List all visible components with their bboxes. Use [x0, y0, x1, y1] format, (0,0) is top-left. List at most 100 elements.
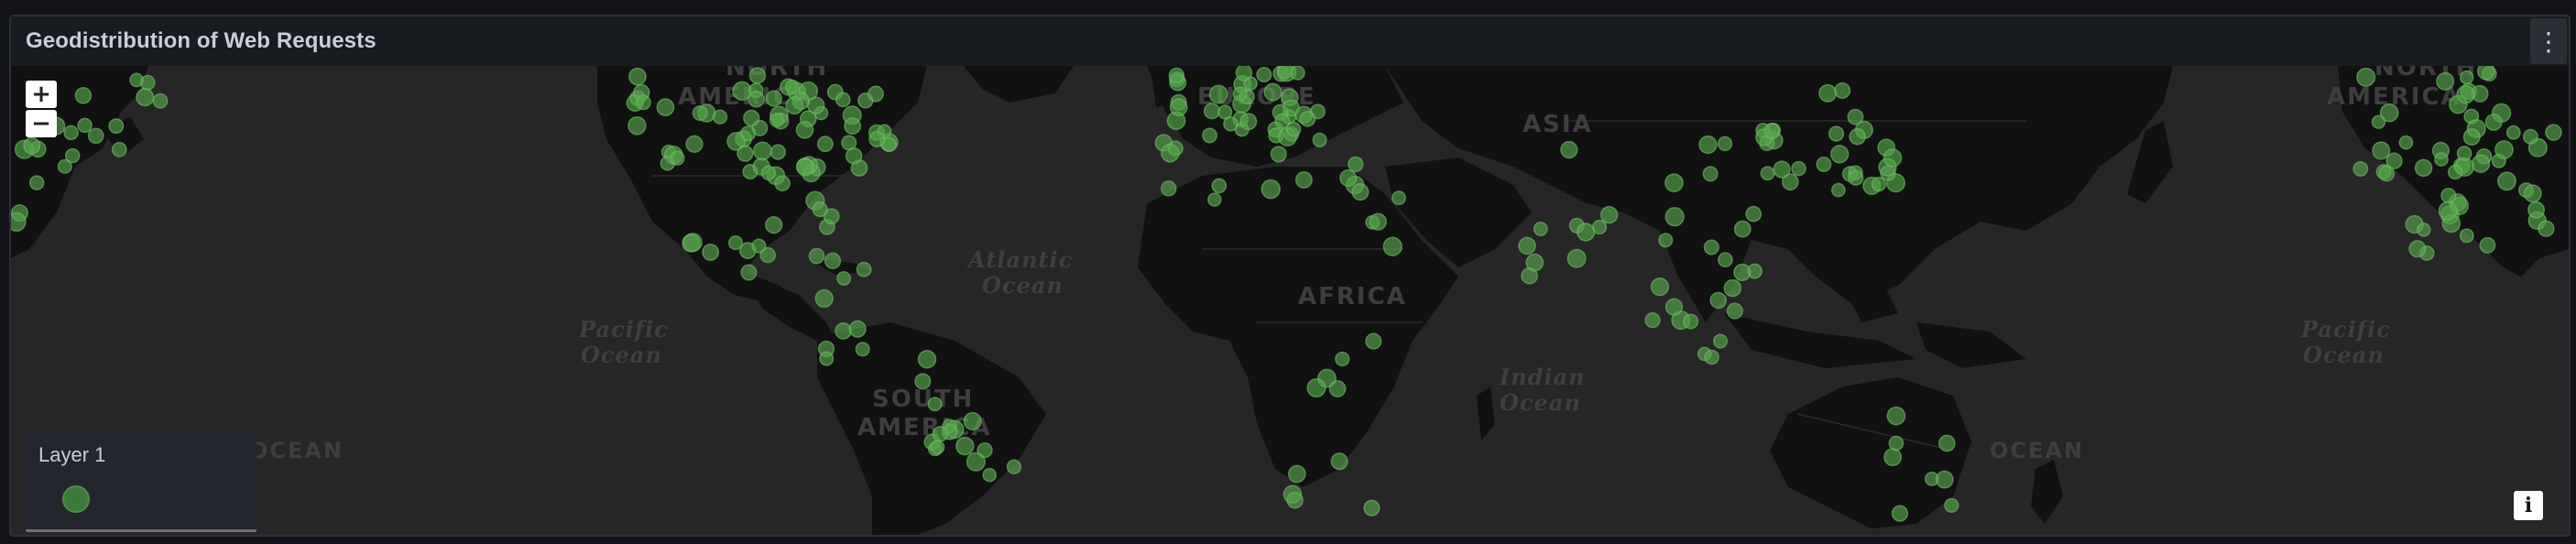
request-marker[interactable]	[2505, 125, 2521, 140]
request-marker[interactable]	[1883, 148, 1903, 168]
request-marker[interactable]	[1733, 220, 1752, 238]
request-marker[interactable]	[982, 467, 997, 483]
request-marker[interactable]	[856, 261, 872, 277]
request-marker[interactable]	[685, 135, 704, 153]
request-marker[interactable]	[812, 201, 828, 218]
request-marker[interactable]	[2352, 160, 2369, 177]
request-marker[interactable]	[2459, 228, 2474, 244]
request-marker[interactable]	[1704, 349, 1719, 365]
request-marker[interactable]	[1286, 491, 1304, 509]
request-marker[interactable]	[966, 452, 986, 472]
request-marker[interactable]	[1169, 98, 1188, 116]
request-marker[interactable]	[848, 320, 867, 338]
request-marker[interactable]	[1235, 66, 1253, 82]
request-marker[interactable]	[844, 117, 862, 136]
request-marker[interactable]	[932, 426, 949, 442]
request-marker[interactable]	[1816, 156, 1832, 172]
request-marker[interactable]	[1683, 313, 1699, 330]
request-marker[interactable]	[740, 125, 757, 142]
request-marker[interactable]	[2527, 201, 2546, 219]
request-marker[interactable]	[727, 235, 744, 251]
request-marker[interactable]	[1644, 311, 1661, 329]
request-marker[interactable]	[914, 373, 932, 390]
request-marker[interactable]	[1525, 253, 1545, 272]
request-marker[interactable]	[2494, 140, 2514, 159]
request-marker[interactable]	[2462, 128, 2481, 147]
info-button[interactable]: i	[2514, 491, 2543, 520]
request-marker[interactable]	[1006, 459, 1022, 474]
zoom-out-button[interactable]: −	[26, 110, 57, 137]
request-marker[interactable]	[63, 125, 79, 141]
request-marker[interactable]	[1871, 176, 1887, 192]
request-marker[interactable]	[1830, 182, 1846, 198]
request-marker[interactable]	[2456, 146, 2472, 161]
request-marker[interactable]	[1168, 67, 1185, 84]
world-map[interactable]: NORTH AMERICA EUROPE ASIA AFRICA SOUTH A…	[11, 66, 2569, 535]
request-marker[interactable]	[855, 342, 870, 357]
request-marker[interactable]	[1392, 190, 1406, 206]
request-marker[interactable]	[1287, 464, 1306, 484]
request-marker[interactable]	[1274, 113, 1291, 129]
request-marker[interactable]	[656, 98, 675, 116]
request-marker[interactable]	[1161, 143, 1180, 163]
request-marker[interactable]	[11, 212, 27, 232]
request-marker[interactable]	[1217, 104, 1233, 120]
request-marker[interactable]	[1365, 332, 1382, 350]
request-marker[interactable]	[1733, 263, 1752, 282]
request-marker[interactable]	[1709, 291, 1727, 310]
request-marker[interactable]	[1312, 132, 1327, 147]
request-marker[interactable]	[2479, 236, 2496, 254]
request-marker[interactable]	[1270, 146, 1287, 163]
request-marker[interactable]	[1763, 123, 1781, 139]
request-marker[interactable]	[2417, 223, 2431, 237]
request-marker[interactable]	[682, 233, 703, 253]
request-marker[interactable]	[748, 67, 767, 84]
request-marker[interactable]	[1830, 145, 1850, 164]
request-marker[interactable]	[1886, 406, 1906, 426]
request-marker[interactable]	[712, 109, 728, 125]
request-marker[interactable]	[2456, 85, 2475, 104]
request-marker[interactable]	[2522, 128, 2538, 145]
request-marker[interactable]	[1937, 434, 1956, 452]
request-marker[interactable]	[2459, 70, 2474, 85]
request-marker[interactable]	[917, 349, 937, 369]
request-marker[interactable]	[748, 91, 765, 108]
request-marker[interactable]	[1665, 207, 1685, 227]
request-marker[interactable]	[1207, 192, 1222, 207]
request-marker[interactable]	[692, 104, 708, 122]
request-marker[interactable]	[1290, 66, 1305, 81]
request-marker[interactable]	[1306, 377, 1326, 398]
request-marker[interactable]	[1944, 497, 1959, 514]
request-marker[interactable]	[1294, 170, 1313, 189]
request-marker[interactable]	[774, 175, 791, 191]
request-marker[interactable]	[930, 440, 945, 455]
request-marker[interactable]	[2447, 164, 2463, 180]
request-marker[interactable]	[1718, 252, 1733, 267]
request-marker[interactable]	[1339, 169, 1358, 187]
request-marker[interactable]	[1160, 180, 1177, 197]
request-marker[interactable]	[2471, 154, 2491, 173]
request-marker[interactable]	[1328, 380, 1347, 397]
request-marker[interactable]	[1760, 166, 1775, 181]
request-marker[interactable]	[737, 145, 754, 162]
request-marker[interactable]	[87, 127, 104, 145]
request-marker[interactable]	[136, 88, 155, 107]
request-marker[interactable]	[1211, 178, 1228, 194]
request-marker[interactable]	[1348, 156, 1364, 173]
request-marker[interactable]	[1888, 435, 1905, 452]
request-marker[interactable]	[74, 87, 93, 104]
request-marker[interactable]	[845, 147, 863, 165]
request-marker[interactable]	[1717, 136, 1733, 151]
request-marker[interactable]	[2545, 124, 2562, 141]
request-marker[interactable]	[784, 79, 800, 94]
request-marker[interactable]	[1665, 173, 1684, 192]
request-marker[interactable]	[1599, 205, 1619, 224]
request-marker[interactable]	[1203, 103, 1220, 120]
request-marker[interactable]	[836, 271, 852, 286]
request-marker[interactable]	[152, 92, 169, 109]
request-marker[interactable]	[2398, 135, 2414, 150]
request-marker[interactable]	[2371, 114, 2386, 129]
request-marker[interactable]	[955, 436, 975, 456]
request-marker[interactable]	[1576, 223, 1596, 242]
request-marker[interactable]	[2414, 158, 2433, 178]
